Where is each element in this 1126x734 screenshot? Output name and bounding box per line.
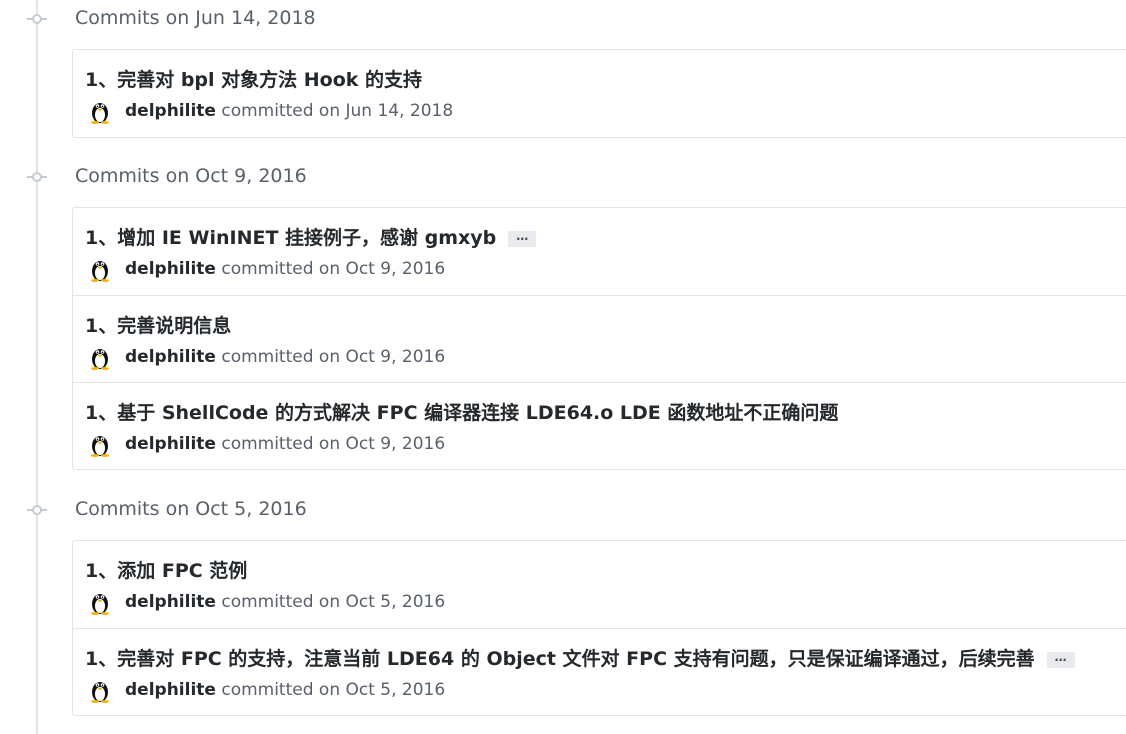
commit-group-header: Commits on Oct 5, 2016 xyxy=(0,495,600,525)
commit-group-title: Commits on Oct 9, 2016 xyxy=(75,165,307,187)
penguin-avatar[interactable] xyxy=(87,677,113,703)
commit-group-header: Commits on Jun 14, 2018 xyxy=(0,4,600,34)
penguin-avatar[interactable] xyxy=(87,344,113,370)
commit-group-title: Commits on Jun 14, 2018 xyxy=(75,7,316,29)
timeline-line xyxy=(36,0,38,734)
commit-item: 1、完善说明信息 delphilite committed on Oct 9, … xyxy=(73,295,1126,382)
commit-list: 1、添加 FPC 范例 delphilite committed on Oct … xyxy=(72,540,1126,716)
penguin-avatar[interactable] xyxy=(87,256,113,282)
commit-meta: delphilite committed on Oct 5, 2016 xyxy=(87,677,445,703)
commit-author-link[interactable]: delphilite xyxy=(125,434,216,454)
commit-author-link[interactable]: delphilite xyxy=(125,101,216,121)
commit-date-text: committed on Oct 9, 2016 xyxy=(221,347,446,367)
commit-date-text: committed on Oct 9, 2016 xyxy=(221,434,446,454)
commit-item: 1、完善对 bpl 对象方法 Hook 的支持 delphilite commi… xyxy=(73,50,1126,137)
git-commit-icon xyxy=(27,14,47,24)
expand-message-button[interactable]: … xyxy=(508,230,537,247)
commit-date-text: committed on Oct 5, 2016 xyxy=(221,680,446,700)
commit-author-link[interactable]: delphilite xyxy=(125,680,216,700)
commit-title-link[interactable]: 1、增加 IE WinINET 挂接例子，感谢 gmxyb… xyxy=(85,223,537,250)
commit-item: 1、完善对 FPC 的支持，注意当前 LDE64 的 Object 文件对 FP… xyxy=(73,628,1126,715)
commit-author-link[interactable]: delphilite xyxy=(125,592,216,612)
commit-title-link[interactable]: 1、基于 ShellCode 的方式解决 FPC 编译器连接 LDE64.o L… xyxy=(85,398,838,425)
commit-group-title: Commits on Oct 5, 2016 xyxy=(75,498,307,520)
git-commit-icon xyxy=(27,505,47,515)
commit-date-text: committed on Oct 5, 2016 xyxy=(221,592,446,612)
commit-author-link[interactable]: delphilite xyxy=(125,347,216,367)
penguin-avatar[interactable] xyxy=(87,431,113,457)
commit-group-header: Commits on Oct 9, 2016 xyxy=(0,162,600,192)
penguin-avatar[interactable] xyxy=(87,589,113,615)
commit-title-link[interactable]: 1、完善对 FPC 的支持，注意当前 LDE64 的 Object 文件对 FP… xyxy=(85,644,1075,671)
commit-meta: delphilite committed on Oct 9, 2016 xyxy=(87,344,445,370)
commit-title-link[interactable]: 1、完善对 bpl 对象方法 Hook 的支持 xyxy=(85,65,422,92)
expand-message-button[interactable]: … xyxy=(1046,651,1075,668)
commit-item: 1、添加 FPC 范例 delphilite committed on Oct … xyxy=(73,541,1126,628)
commit-author-link[interactable]: delphilite xyxy=(125,259,216,279)
commit-meta: delphilite committed on Oct 9, 2016 xyxy=(87,431,445,457)
commit-meta: delphilite committed on Jun 14, 2018 xyxy=(87,98,453,124)
penguin-avatar[interactable] xyxy=(87,98,113,124)
commit-list: 1、完善对 bpl 对象方法 Hook 的支持 delphilite commi… xyxy=(72,49,1126,138)
commit-title-link[interactable]: 1、完善说明信息 xyxy=(85,311,231,338)
commit-meta: delphilite committed on Oct 9, 2016 xyxy=(87,256,445,282)
commit-date-text: committed on Oct 9, 2016 xyxy=(221,259,446,279)
commit-list: 1、增加 IE WinINET 挂接例子，感谢 gmxyb… delphilit… xyxy=(72,207,1126,470)
commit-title-link[interactable]: 1、添加 FPC 范例 xyxy=(85,556,247,583)
git-commit-icon xyxy=(27,172,47,182)
commit-item: 1、增加 IE WinINET 挂接例子，感谢 gmxyb… delphilit… xyxy=(73,208,1126,295)
commit-item: 1、基于 ShellCode 的方式解决 FPC 编译器连接 LDE64.o L… xyxy=(73,382,1126,469)
commit-meta: delphilite committed on Oct 5, 2016 xyxy=(87,589,445,615)
commit-date-text: committed on Jun 14, 2018 xyxy=(221,101,454,121)
